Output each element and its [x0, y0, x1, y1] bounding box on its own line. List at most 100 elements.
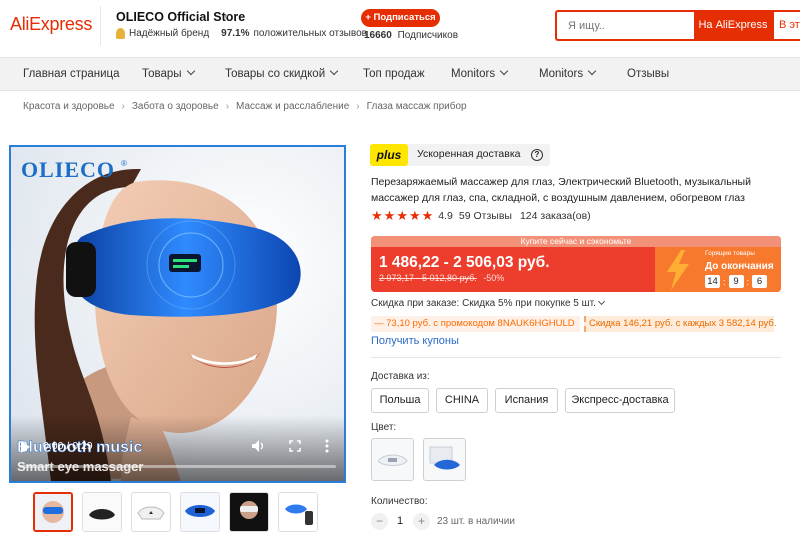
thumbnail-image	[230, 493, 268, 531]
color-label: Цвет:	[371, 422, 397, 433]
aliexpress-logo[interactable]: AliExpress	[10, 14, 92, 35]
thumbnail-image	[35, 494, 71, 530]
reviews-link[interactable]: 59 Отзывы	[459, 210, 512, 222]
thumbnail[interactable]	[180, 492, 220, 532]
store-discount-tag[interactable]: Скидка 146,21 руб. с каждых 3 582,14 руб…	[584, 316, 777, 332]
breadcrumb-item[interactable]: Массаж и расслабление	[236, 101, 349, 112]
thumbnail-image	[83, 493, 121, 531]
old-price-row: 2 973,17 - 5 012,80 руб. -50%	[379, 273, 504, 283]
chevron-down-icon	[597, 297, 605, 306]
thumbnail[interactable]	[131, 492, 171, 532]
thumbnail[interactable]	[33, 492, 73, 532]
nav-reviews[interactable]: Отзывы	[627, 58, 669, 90]
search-store-button[interactable]: В это	[772, 10, 800, 41]
timer-colon: :	[723, 276, 726, 287]
breadcrumb-separator-icon: ›	[356, 101, 360, 112]
chevron-down-icon	[329, 66, 339, 76]
nav-top-sales-label: Топ продаж	[363, 68, 425, 80]
orders-count: 124 заказа(ов)	[519, 210, 591, 222]
subscribers-count: 16660	[364, 30, 392, 41]
stock-count: 23 шт. в наличии	[437, 516, 515, 527]
quantity-minus-button[interactable]: −	[371, 513, 388, 530]
search-box	[555, 10, 695, 41]
thumbnail[interactable]	[82, 492, 122, 532]
subscribe-button[interactable]: + Подписаться	[361, 9, 440, 27]
swatch-image	[372, 439, 413, 480]
promo-code-tag[interactable]: — 73,10 руб. с промокодом 8NAUK6HGHULD	[371, 316, 580, 332]
price-panel: Купите сейчас и сэкономьте 1 486,22 - 2 …	[371, 236, 781, 292]
breadcrumb: Красота и здоровье › Забота о здоровье › Мас…	[23, 101, 467, 112]
order-discount[interactable]: Скидка при заказе: Скидка 5% при покупке…	[371, 297, 605, 309]
nav-top-sales[interactable]: Топ продаж	[363, 58, 425, 90]
breadcrumb-item[interactable]: Глаза массаж прибор	[367, 101, 467, 112]
top-header: AliExpress OLIECO Official Store ▾ Надёж…	[0, 0, 800, 52]
star-icon: ★	[371, 208, 383, 223]
positive-reviews-pct: 97.1%	[221, 28, 250, 39]
nav-products[interactable]: Товары	[142, 58, 195, 90]
nav-monitors-2-label: Monitors	[539, 68, 584, 80]
fast-delivery-badge[interactable]: plus Ускоренная доставка ?	[370, 144, 550, 166]
order-discount-text: Скидка при заказе: Скидка 5% при покупке…	[371, 298, 596, 309]
thumbnail-image	[181, 493, 219, 531]
video-time: 0:00 / 0:29	[43, 440, 93, 452]
volume-icon[interactable]	[251, 439, 265, 453]
brand-badge: Надёжный бренд	[129, 28, 210, 39]
product-video[interactable]: OLIECO ® Bluetooth music Smart eye massa…	[9, 145, 346, 483]
color-swatch-blue[interactable]	[423, 438, 466, 481]
play-icon[interactable]	[21, 441, 30, 453]
nav-reviews-label: Отзывы	[627, 68, 670, 80]
nav-discounted[interactable]: Товары со скидкой	[225, 58, 339, 90]
nav-products-label: Товары	[142, 68, 182, 80]
fullscreen-icon[interactable]	[289, 440, 301, 452]
subscribers: 16660 Подписчиков	[364, 30, 458, 41]
ship-from-spain[interactable]: Испания	[495, 388, 558, 413]
thumbnail[interactable]	[278, 492, 318, 532]
lightning-icon	[667, 250, 689, 290]
price-range: 1 486,22 - 2 506,03 руб.	[379, 254, 550, 271]
price-banner: Купите сейчас и сэкономьте	[371, 236, 781, 247]
get-coupons-link[interactable]: Получить купоны	[371, 335, 459, 347]
ship-from-china[interactable]: CHINA	[436, 388, 488, 413]
timer-minutes: 9	[728, 275, 744, 288]
timer-seconds: 6	[752, 275, 768, 288]
nav-monitors-1-label: Monitors	[451, 68, 496, 80]
brand-watermark: OLIECO	[21, 157, 116, 182]
thumbnail-image	[279, 493, 317, 531]
color-swatch-white[interactable]	[371, 438, 414, 481]
old-price: 2 973,17 - 5 012,80 руб.	[379, 273, 477, 283]
divider	[371, 357, 781, 358]
nav-monitors-2[interactable]: Monitors	[539, 58, 597, 90]
countdown-timer: 14 : 9 : 6	[705, 275, 768, 288]
nav-discounted-label: Товары со скидкой	[225, 68, 326, 80]
quantity-plus-button[interactable]: +	[413, 513, 430, 530]
subscribers-label: Подписчиков	[397, 30, 459, 41]
rating-value: 4.9	[438, 210, 453, 222]
store-dropdown-icon[interactable]: ▾	[224, 12, 228, 21]
thumbnail[interactable]	[229, 492, 269, 532]
header-divider	[100, 6, 101, 46]
question-icon[interactable]: ?	[531, 149, 543, 161]
search-aliexpress-button[interactable]: На AliExpress	[694, 10, 772, 41]
ship-express[interactable]: Экспресс-доставка	[565, 388, 675, 413]
fast-delivery-label: Ускоренная доставка	[417, 148, 521, 160]
timer-hours: 14	[705, 275, 720, 288]
breadcrumb-item[interactable]: Красота и здоровье	[23, 101, 115, 112]
deal-label: Горящие товары	[705, 250, 755, 257]
plus-badge: plus	[370, 144, 408, 166]
video-controls: 0:00 / 0:29	[11, 435, 344, 459]
breadcrumb-separator-icon: ›	[121, 101, 125, 112]
more-options-icon[interactable]	[325, 439, 329, 453]
breadcrumb-item[interactable]: Забота о здоровье	[132, 101, 219, 112]
discount-percent: -50%	[483, 273, 505, 283]
ship-from-poland[interactable]: Польша	[371, 388, 429, 413]
timer-colon: :	[746, 276, 750, 287]
quantity-label: Количество:	[371, 496, 428, 507]
ship-from-label: Доставка из:	[371, 371, 430, 382]
nav-home-label: Главная страница	[23, 68, 120, 80]
search-input[interactable]	[557, 12, 695, 39]
medal-icon	[116, 28, 125, 39]
quantity-value[interactable]: 1	[397, 515, 403, 527]
nav-home[interactable]: Главная страница	[23, 58, 120, 90]
video-progress-track[interactable]	[19, 465, 336, 468]
nav-monitors-1[interactable]: Monitors	[451, 58, 509, 90]
